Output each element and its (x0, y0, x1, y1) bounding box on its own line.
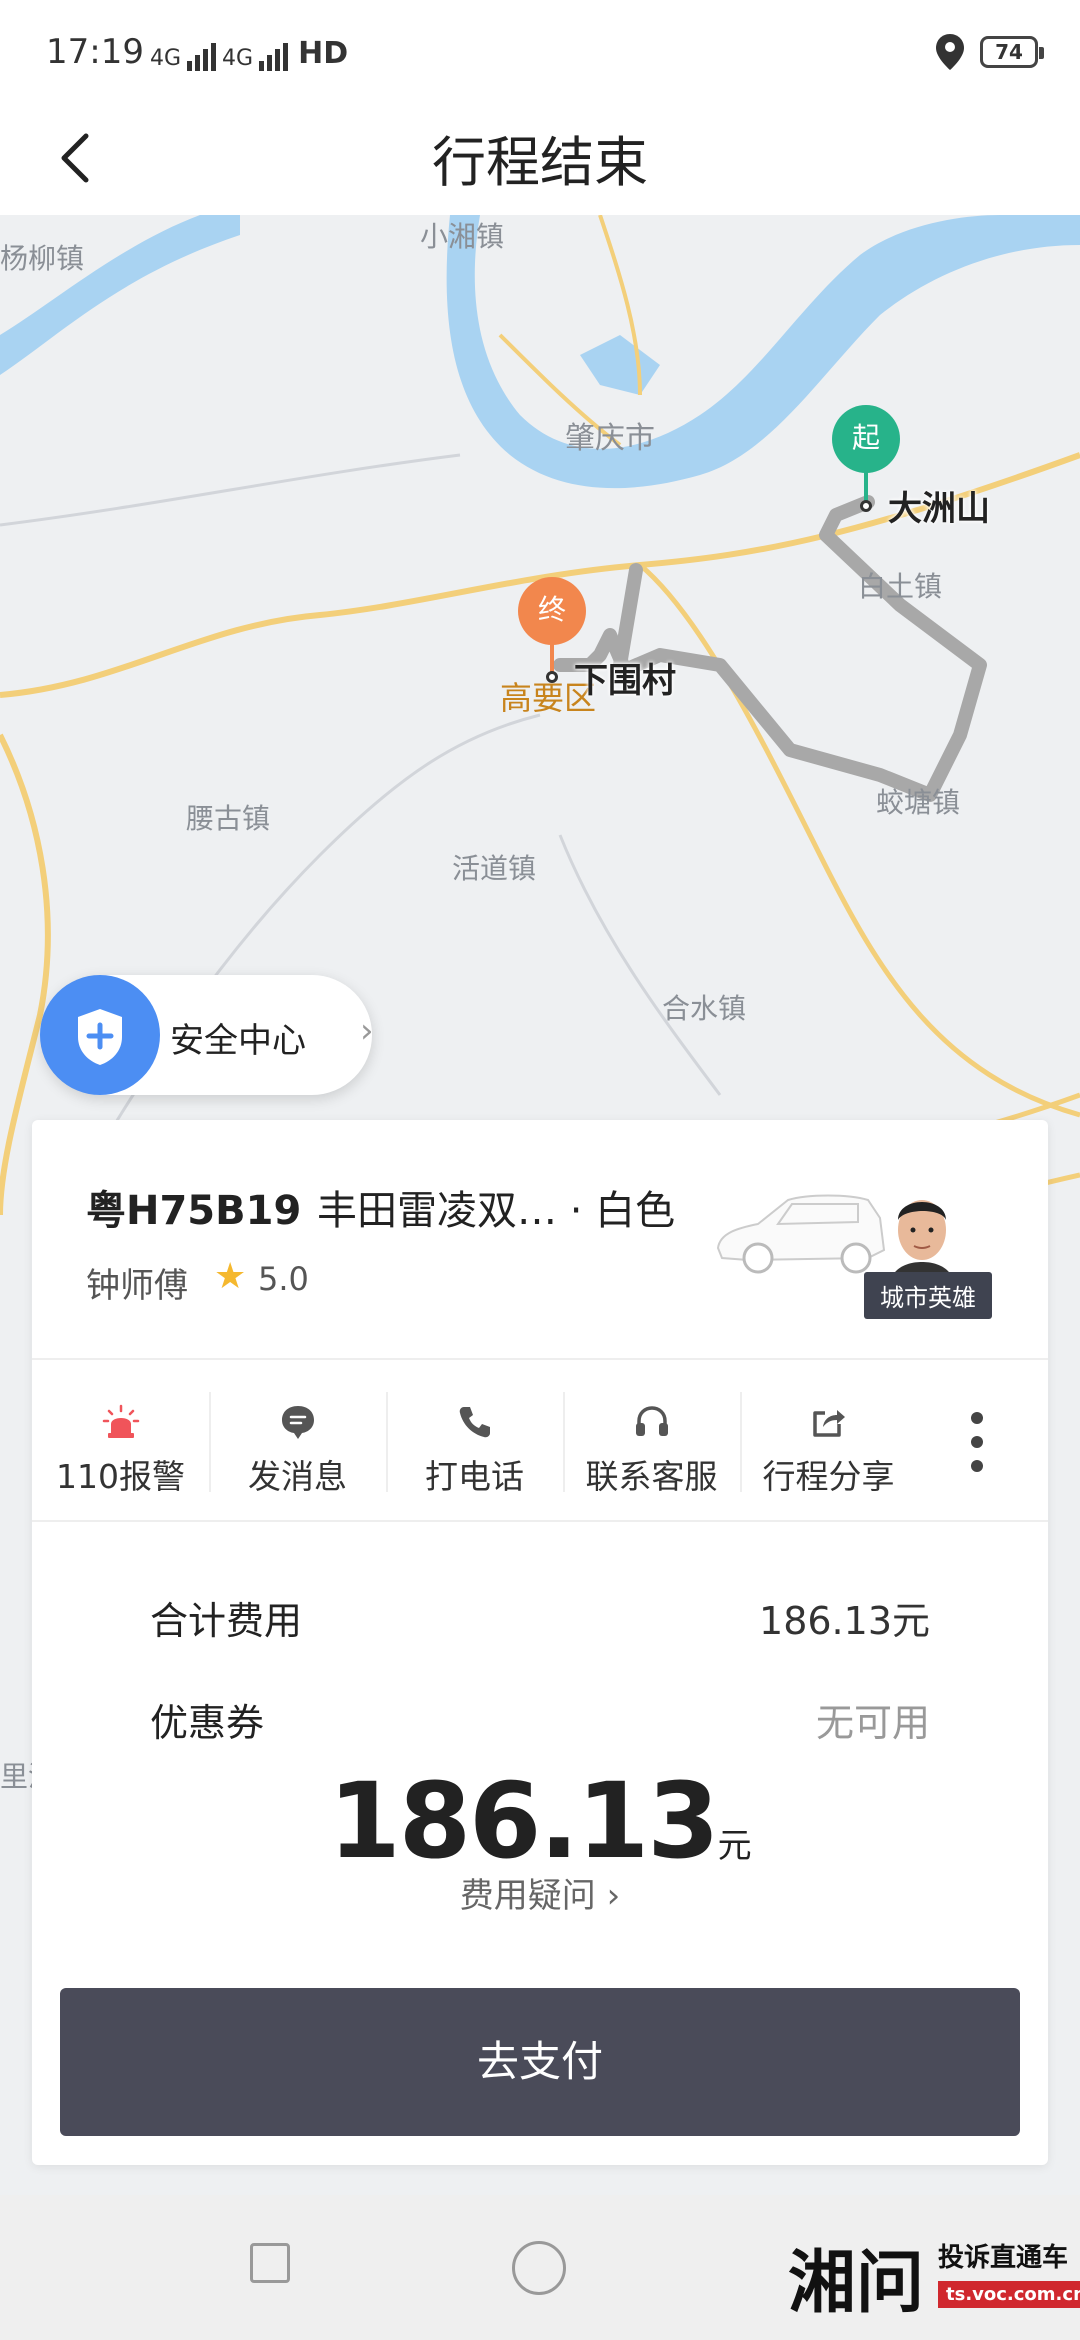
driver-info[interactable]: 粤H75B19 丰田雷凌双… · 白色 钟师傅 ★ 5.0 城市英雄 (32, 1120, 1048, 1360)
action-label: 打电话 (425, 1457, 524, 1496)
trip-summary-card: 粤H75B19 丰田雷凌双… · 白色 钟师傅 ★ 5.0 城市英雄 110报警… (32, 1120, 1048, 2165)
action-label: 联系客服 (585, 1457, 718, 1496)
start-location-label: 大洲山 (888, 489, 990, 529)
place-label: 白土镇 (858, 570, 943, 603)
more-button[interactable] (917, 1362, 1017, 1522)
amount-unit: 元 (717, 1826, 752, 1866)
headset-icon (635, 1406, 668, 1436)
customer-service-button[interactable]: 联系客服 (563, 1362, 740, 1522)
status-right: 74 (936, 34, 1044, 70)
place-label: 肇庆市 (565, 421, 655, 456)
network-type-1: 4G (150, 46, 182, 71)
start-marker-stem (864, 469, 868, 503)
share-trip-button[interactable]: 行程分享 (740, 1362, 917, 1522)
system-nav-bar: 湘问 投诉直通车 ts.voc.com.cn (0, 2195, 1080, 2340)
alarm-icon (102, 1404, 139, 1438)
message-icon (281, 1406, 314, 1439)
place-label: 小湘镇 (420, 220, 505, 253)
total-fee-value: 186.13元 (759, 1599, 930, 1643)
signal-group: 4G 4G HD (150, 36, 348, 71)
star-icon: ★ (214, 1256, 247, 1297)
watermark-text: 投诉直通车 (938, 2243, 1069, 2273)
amount-value: 186.13 (328, 1760, 719, 1882)
driver-name: 钟师傅 (86, 1266, 188, 1306)
share-icon (812, 1410, 845, 1437)
chevron-right-icon: › (360, 1011, 374, 1051)
recent-apps-button[interactable] (250, 2243, 290, 2283)
action-bar: 110报警 发消息 打电话 联系客服 行程分享 (32, 1362, 1048, 1522)
driver-rating: 5.0 (258, 1260, 309, 1298)
coupon-label: 优惠券 (150, 1701, 265, 1745)
safety-center-label: 安全中心 (170, 1021, 306, 1061)
end-dot (546, 671, 558, 683)
end-marker-stem (550, 641, 554, 675)
action-label: 发消息 (248, 1457, 347, 1496)
watermark: 湘问 投诉直通车 ts.voc.com.cn (788, 2227, 1080, 2327)
car-model: 丰田雷凌双… · 白色 (317, 1188, 676, 1234)
place-label: 蛟塘镇 (876, 786, 961, 819)
place-label: 腰古镇 (186, 802, 271, 835)
status-bar: 17:19 4G 4G HD 74 (0, 0, 1080, 100)
network-type-2: 4G (222, 46, 254, 71)
emergency-110-button[interactable]: 110报警 (32, 1362, 209, 1522)
action-label: 行程分享 (762, 1457, 895, 1496)
call-driver-button[interactable]: 打电话 (386, 1362, 563, 1522)
total-fee-label: 合计费用 (150, 1599, 303, 1643)
hd-indicator: HD (298, 36, 349, 71)
end-marker: 终 (518, 577, 586, 645)
driver-badge: 城市英雄 (864, 1272, 992, 1319)
shield-icon (40, 975, 160, 1095)
license-plate: 粤H75B19 (86, 1188, 302, 1234)
location-icon (936, 34, 964, 70)
status-time: 17:19 (46, 32, 144, 72)
amount-due: 186.13元 (32, 1760, 1048, 1882)
signal-bars-icon (187, 41, 217, 71)
app-header: 行程结束 (0, 100, 1080, 215)
page-title: 行程结束 (432, 131, 648, 194)
safety-center-button[interactable]: 安全中心 › (40, 975, 374, 1095)
car-icon (716, 1194, 886, 1274)
more-vertical-icon (971, 1412, 983, 1472)
watermark-logo: 湘问 (788, 2243, 925, 2323)
start-dot (860, 500, 872, 512)
start-marker: 起 (832, 405, 900, 473)
coupon-value: 无可用 (815, 1701, 930, 1745)
place-label: 合水镇 (662, 992, 747, 1025)
fee-question-link[interactable]: 费用疑问 › (32, 1868, 1048, 1917)
end-location-label: 下围村 (574, 661, 676, 701)
place-label: 活道镇 (452, 852, 537, 885)
place-label: 杨柳镇 (0, 242, 85, 275)
send-message-button[interactable]: 发消息 (209, 1362, 386, 1522)
home-button[interactable] (512, 2241, 566, 2295)
signal-bars-icon (259, 41, 289, 71)
phone-icon (459, 1407, 490, 1438)
driver-avatar (890, 1200, 954, 1282)
action-label: 110报警 (56, 1457, 185, 1496)
battery-indicator: 74 (980, 36, 1044, 68)
pay-button[interactable]: 去支付 (60, 1988, 1020, 2136)
watermark-url: ts.voc.com.cn (938, 2281, 1080, 2308)
